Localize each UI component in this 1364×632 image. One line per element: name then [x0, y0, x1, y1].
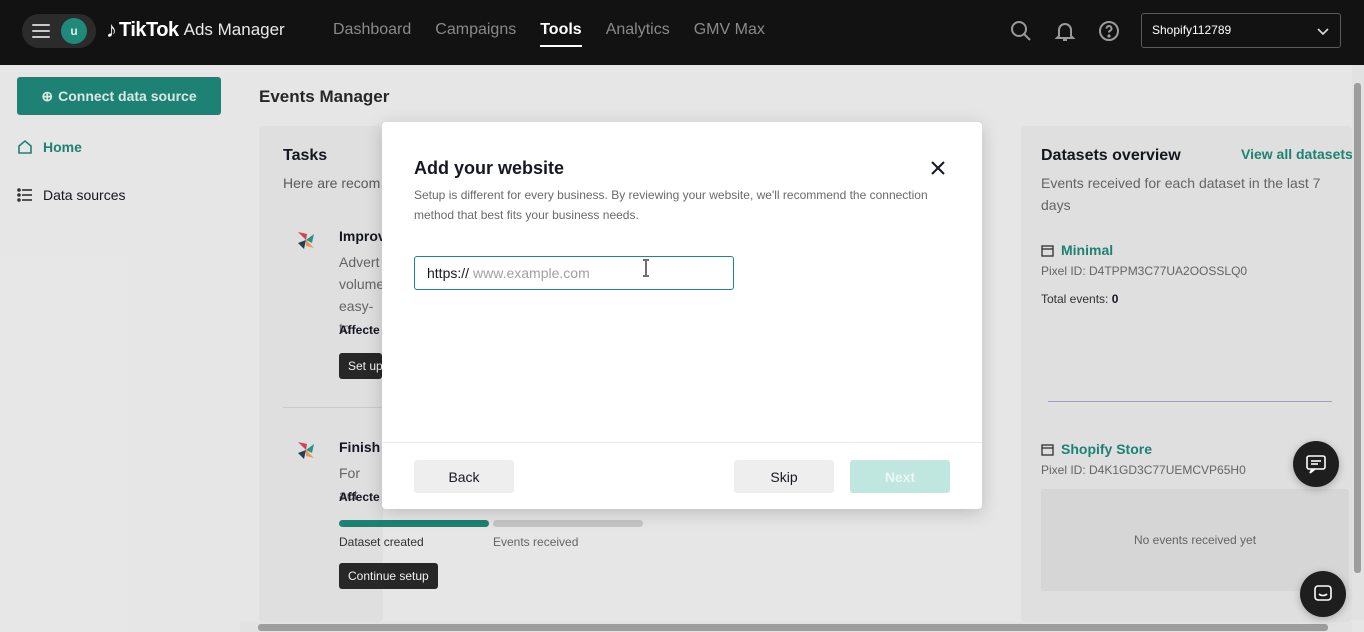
nav-analytics[interactable]: Analytics — [606, 21, 670, 39]
chat-icon — [1306, 455, 1326, 474]
brand-name: TikTok — [119, 18, 179, 41]
url-prefix: https:// — [427, 265, 470, 281]
account-name: Shopify112789 — [1152, 23, 1232, 37]
support-chat-button[interactable] — [1293, 441, 1339, 487]
tiktok-icon: ♪ — [106, 17, 117, 42]
account-menu-button[interactable]: u — [22, 14, 96, 48]
nav-dashboard[interactable]: Dashboard — [333, 21, 411, 39]
add-website-dialog: Add your website Setup is different for … — [382, 122, 982, 509]
avatar: u — [61, 18, 87, 44]
top-navigation-bar: u ♪ TikTok Ads Manager Dashboard Campaig… — [0, 0, 1364, 65]
next-button[interactable]: Next — [850, 460, 950, 493]
hamburger-icon — [32, 24, 50, 38]
search-icon[interactable] — [1009, 19, 1033, 43]
website-url-field[interactable]: https:// — [414, 256, 734, 290]
text-cursor-icon — [643, 259, 649, 277]
dialog-description: Setup is different for every business. B… — [414, 188, 928, 222]
help-icon[interactable] — [1097, 19, 1121, 43]
message-icon — [1314, 585, 1332, 601]
messages-button[interactable] — [1300, 571, 1346, 617]
nav-campaigns[interactable]: Campaigns — [435, 21, 516, 39]
brand-subtitle: Ads Manager — [183, 20, 285, 39]
close-icon[interactable] — [928, 158, 948, 178]
chevron-down-icon — [1317, 28, 1329, 36]
website-url-input[interactable] — [473, 265, 714, 281]
nav-tools[interactable]: Tools — [540, 21, 583, 47]
back-button[interactable]: Back — [414, 460, 514, 493]
skip-button[interactable]: Skip — [734, 460, 834, 493]
brand-logo[interactable]: ♪ TikTok Ads Manager — [106, 17, 285, 43]
main-nav: Dashboard Campaigns Tools Analytics GMV … — [333, 21, 765, 47]
footer-divider — [382, 442, 982, 443]
bell-icon[interactable] — [1053, 19, 1077, 43]
nav-gmv-max[interactable]: GMV Max — [694, 21, 765, 39]
account-selector[interactable]: Shopify112789 — [1141, 13, 1341, 48]
dialog-title: Add your website — [414, 158, 565, 178]
